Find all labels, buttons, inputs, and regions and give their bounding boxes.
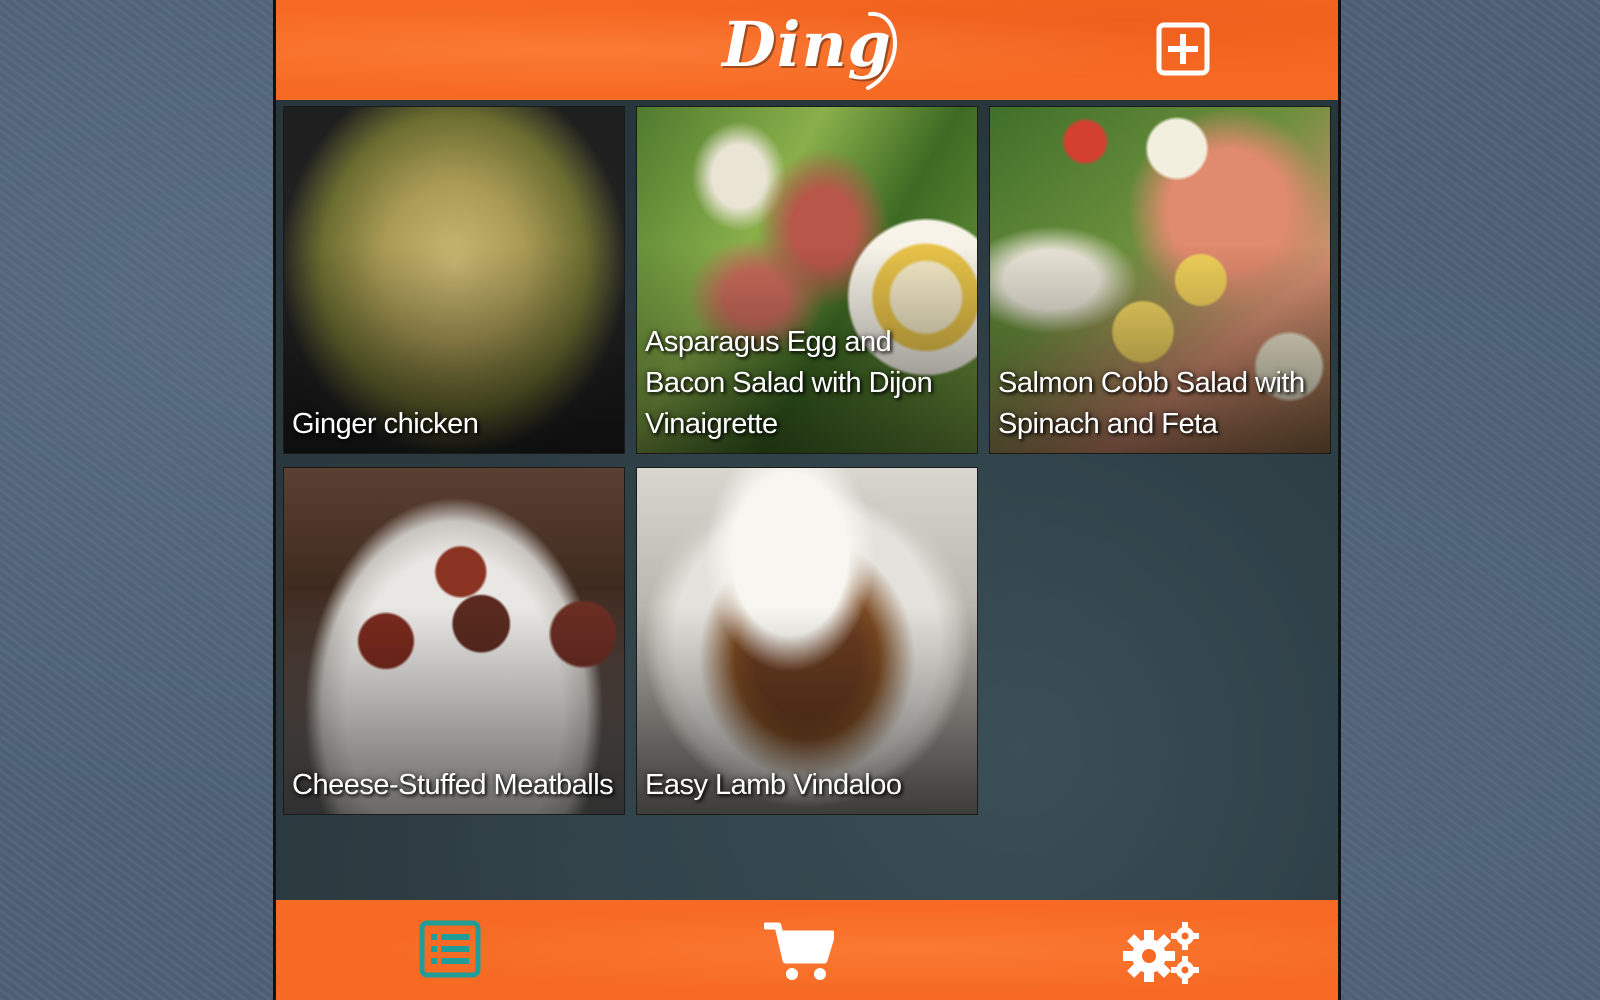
recipe-list-button[interactable] <box>419 920 481 978</box>
recipe-title: Salmon Cobb Salad with Spinach and Feta <box>998 367 1305 440</box>
bottom-nav <box>276 900 1338 1000</box>
recipe-title: Asparagus Egg and Bacon Salad with Dijon… <box>645 326 933 440</box>
recipe-card[interactable]: Cheese-Stuffed Meatballs <box>283 467 625 815</box>
logo-swoosh-icon <box>866 11 897 90</box>
shopping-cart-button[interactable] <box>762 920 836 984</box>
gears-icon <box>1123 922 1199 984</box>
add-recipe-button[interactable] <box>1156 22 1210 76</box>
settings-button[interactable] <box>1121 920 1203 986</box>
recipe-title: Cheese-Stuffed Meatballs <box>292 769 614 801</box>
recipe-card[interactable]: Salmon Cobb Salad with Spinach and Feta <box>989 106 1331 454</box>
app-window: Ding Ginger chicken Asparagus Egg and Ba… <box>273 0 1341 1000</box>
recipe-grid: Ginger chicken Asparagus Egg and Bacon S… <box>283 106 1333 816</box>
plus-square-icon <box>1156 22 1210 76</box>
recipe-card[interactable]: Asparagus Egg and Bacon Salad with Dijon… <box>636 106 978 454</box>
list-icon <box>419 920 481 978</box>
recipe-card[interactable]: Ginger chicken <box>283 106 625 454</box>
recipe-title: Ginger chicken <box>292 408 479 440</box>
cart-icon <box>762 922 836 980</box>
recipe-card[interactable]: Easy Lamb Vindaloo <box>636 467 978 815</box>
top-bar: Ding <box>276 0 1338 100</box>
recipe-title: Easy Lamb Vindaloo <box>645 769 902 801</box>
